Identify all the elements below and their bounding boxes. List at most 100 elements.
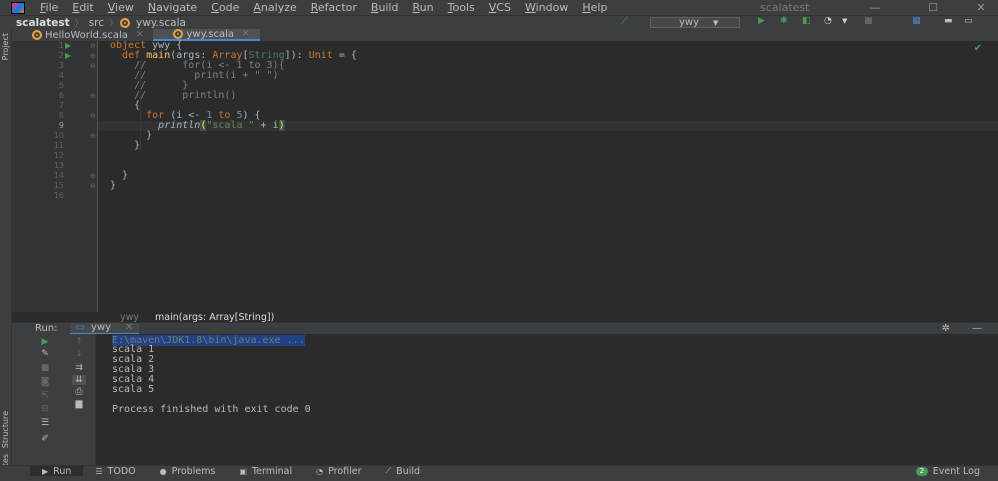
gutter-divider [97,41,98,312]
debug-icon[interactable]: ✱ [780,16,790,26]
fold-icon[interactable]: ⊖ [90,181,96,191]
tool-build[interactable]: ⟋ Build [374,466,432,477]
chevron-right-icon: 〉 [109,19,119,29]
nav-folder[interactable]: src [86,17,107,29]
settings-icon[interactable]: ▬ [944,16,954,26]
structure-tool-button[interactable]: Structure [1,411,10,448]
up-arrow-icon[interactable]: ↑ [72,337,86,347]
nav-file[interactable]: ywy.scala [133,17,189,29]
project-tool-button[interactable]: Project [1,33,10,60]
exit-icon[interactable]: ⊟ [38,404,52,414]
rerun-icon[interactable]: ▶ [38,337,52,347]
hide-panel-icon[interactable]: — [972,323,982,334]
trash-icon[interactable]: ▆ [72,399,86,409]
breadcrumb-object[interactable]: ywy [120,312,139,323]
tool-problems[interactable]: ● Problems [148,466,228,477]
inspection-ok-icon[interactable]: ✔ [974,43,982,54]
run-toolbar: ▶ ✎ ■ ◙ ⇱ ⊟ ☰ ✐ [12,334,62,465]
menu-navigate[interactable]: Navigate [141,1,204,14]
fold-icon[interactable]: ⊖ [90,111,96,121]
tool-event-log[interactable]: 2 Event Log [915,466,980,477]
camera-icon[interactable]: ◙ [38,377,52,387]
menu-analyze[interactable]: Analyze [246,1,303,14]
stop-icon[interactable]: ■ [864,16,874,26]
wrench-icon[interactable]: ✎ [38,349,52,359]
line-number: 12 [53,151,64,160]
menu-tools[interactable]: Tools [441,1,482,14]
layout-icon[interactable]: ☰ [38,418,52,428]
menu-file[interactable]: File [33,1,65,14]
fold-icon[interactable]: ⊖ [90,131,96,141]
fold-icon[interactable]: ⊖ [90,51,96,61]
menu-edit[interactable]: Edit [65,1,100,14]
tool-run[interactable]: ▶ Run [30,465,84,477]
ide-window: File Edit View Navigate Code Analyze Ref… [0,0,998,481]
line-number: 8 [58,111,64,120]
scroll-to-end-icon[interactable]: ⇊ [72,375,86,385]
console-scrollbar[interactable] [989,334,996,465]
nav-project[interactable]: scalatest [13,17,73,29]
close-window-button[interactable]: ✕ [964,0,998,15]
menu-build[interactable]: Build [364,1,406,14]
tool-profiler[interactable]: ◔ Profiler [304,466,373,477]
tool-label: Problems [171,465,216,477]
console-output[interactable]: E:\maven\JDK1.8\bin\java.exe ... scala 1… [96,334,998,465]
menu-code[interactable]: Code [204,1,246,14]
code-breadcrumb: ywy main(args: Array[String]) [12,312,998,323]
fold-icon[interactable]: ⊖ [90,91,96,101]
terminal-toolbar-icon[interactable]: ▭ [964,16,974,26]
code-line: } [110,180,117,191]
line-number: 6 [58,91,64,100]
tool-label: Profiler [328,465,362,477]
close-tab-icon[interactable]: ✕ [136,30,144,40]
menu-view[interactable]: View [101,1,141,14]
menu-vcs[interactable]: VCS [482,1,518,14]
coverage-icon[interactable]: ◧ [802,16,812,26]
run-config-dropdown[interactable]: ywy ▼ [650,17,740,28]
maximize-button[interactable]: ☐ [916,0,950,15]
down-arrow-icon[interactable]: ↓ [72,349,86,359]
pin-icon[interactable]: ✐ [38,434,52,444]
run-icon[interactable]: ▶ [758,16,768,26]
minimize-button[interactable]: — [858,0,892,15]
fold-icon[interactable]: ⊖ [90,171,96,181]
run-config-label: ywy [679,17,700,28]
menu-help[interactable]: Help [575,1,614,14]
fold-icon[interactable]: ⊖ [90,41,96,51]
breadcrumb-method[interactable]: main(args: Array[String]) [155,312,274,323]
scala-object-icon [120,17,131,28]
restore-layout-icon[interactable]: ⇱ [38,391,52,401]
bottom-tool-bar: ▶ Run ☰ TODO ● Problems ▣ Terminal ◔ Profiler… [0,465,998,477]
menu-run[interactable]: Run [406,1,441,14]
problems-icon: ● [159,466,167,476]
close-tab-icon[interactable]: ✕ [125,322,133,333]
tool-todo[interactable]: ☰ TODO [83,466,147,477]
run-gutter-icon[interactable]: ▶ [65,51,71,61]
gear-icon[interactable]: ✲ [942,323,950,334]
run-gutter-icon[interactable]: ▶ [65,41,71,51]
play-icon: ▶ [42,466,49,476]
menu-window[interactable]: Window [518,1,575,14]
build-hammer-icon[interactable]: ⟋ [621,16,631,27]
intellij-logo-icon [11,1,25,14]
scala-object-icon [32,30,42,40]
print-icon[interactable]: ⎙ [72,387,86,397]
line-number: 15 [53,181,64,190]
project-structure-icon[interactable]: ▦ [912,16,922,26]
tool-label: Terminal [251,465,293,477]
fold-icon[interactable]: ⊖ [90,61,96,71]
stop-icon[interactable]: ■ [38,363,52,373]
more-run-options-icon[interactable]: ▼ [842,17,852,27]
soft-wrap-icon[interactable]: ⇉ [72,363,86,373]
console-icon: ▭ [75,322,85,333]
profile-icon[interactable]: ◔ [824,16,834,26]
run-tab-ywy[interactable]: ▭ ywy ✕ [69,322,140,335]
tool-label: TODO [107,465,136,477]
close-tab-icon[interactable]: ✕ [242,29,250,39]
line-number: 16 [53,191,64,200]
menu-refactor[interactable]: Refactor [304,1,364,14]
line-number: 2 [58,51,64,60]
code-editor[interactable]: 1 ▶ ⊖ 2 ▶ ⊖ 3 ⊖ 4 5 6 ⊖ 7 8 ⊖ 9 10 ⊖ 11 12 13 14… [12,41,998,312]
left-tool-stripe: Project Structure Favorites [0,29,12,481]
tool-terminal[interactable]: ▣ Terminal [227,466,304,477]
